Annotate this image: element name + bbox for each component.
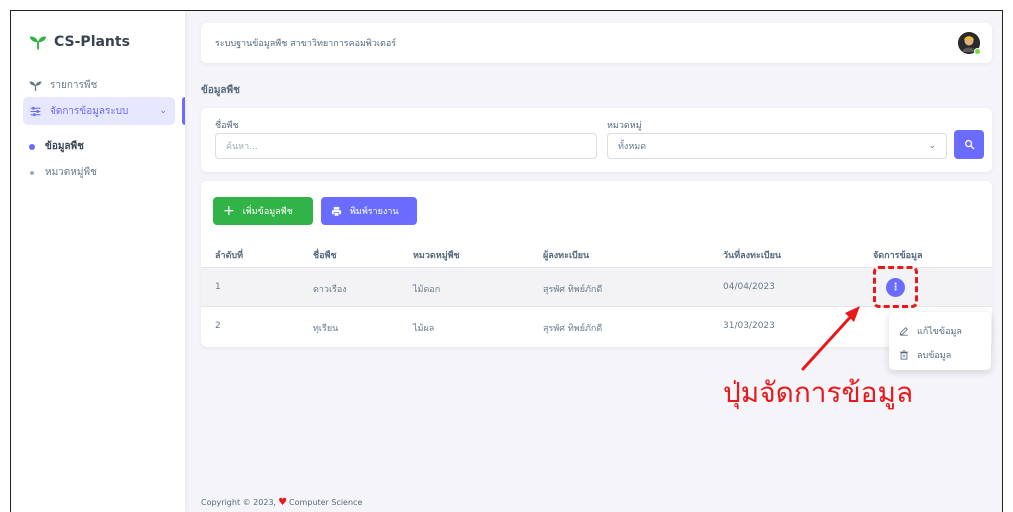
brand-name: CS-Plants	[54, 34, 130, 50]
column-header: จัดการข้อมูล	[873, 251, 923, 261]
heart-icon: ♥	[278, 497, 288, 508]
cell-no: 1	[215, 282, 221, 292]
plant-name-label: ชื่อพืช	[215, 121, 239, 131]
sidebar-item-system-management[interactable]: จัดการข้อมูลระบบ ⌄	[23, 97, 175, 125]
category-label: หมวดหมู่	[607, 121, 642, 131]
cell-date: 31/03/2023	[723, 321, 775, 331]
filter-card: ชื่อพืช ค้นหา... หมวดหมู่ ทั้งหมด ⌄	[201, 108, 992, 172]
footer: Copyright © 2023, ♥ Computer Science	[201, 497, 362, 508]
cell-name: ทุเรียน	[313, 324, 339, 334]
top-navbar: ระบบฐานข้อมูลพืช สาขาวิทยาการคอมพิวเตอร์	[201, 23, 992, 63]
app-window: CS-Plants รายการพืช จัดการข้อมูลระบบ ⌄ ข…	[10, 10, 1003, 512]
add-plant-label: เพิ่มข้อมูลพืช	[242, 207, 293, 217]
chevron-down-icon: ⌄	[928, 141, 936, 151]
sprout-icon	[29, 36, 47, 50]
footer-org: Computer Science	[289, 498, 363, 507]
column-header: วันที่ลงทะเบียน	[723, 251, 782, 261]
bullet-icon	[29, 143, 35, 150]
print-report-label: พิมพ์รายงาน	[350, 207, 399, 217]
plant-table-card: + เพิ่มข้อมูลพืช พิมพ์รายงาน ลำดับที่ ชื…	[201, 181, 992, 370]
cell-date: 04/04/2023	[723, 282, 775, 292]
page-title: ข้อมูลพืช	[201, 85, 240, 96]
search-button[interactable]	[954, 130, 984, 159]
sidebar-item-plant-list[interactable]: รายการพืช	[23, 71, 175, 99]
cell-category: ไม้ดอก	[413, 285, 441, 295]
category-select[interactable]: ทั้งหมด ⌄	[607, 133, 947, 159]
online-status-dot	[974, 48, 981, 55]
column-header: หมวดหมู่พืช	[413, 251, 460, 261]
footer-copyright: Copyright © 2023,	[201, 498, 277, 507]
bullet-icon	[30, 170, 34, 175]
sidebar-subitem-label: หมวดหมู่พืช	[45, 167, 97, 178]
column-header: ชื่อพืช	[313, 251, 337, 261]
pencil-icon	[899, 327, 908, 336]
sidebar-subitem-label: ข้อมูลพืช	[45, 141, 84, 152]
cell-registrant: สุรพัศ ทิพย์ภักดี	[543, 285, 603, 295]
plant-name-input[interactable]: ค้นหา...	[215, 133, 597, 159]
sidebar-item-label: รายการพืช	[50, 79, 98, 91]
active-indicator	[182, 97, 185, 125]
print-report-button[interactable]: พิมพ์รายงาน	[321, 197, 417, 225]
column-header: ผู้ลงทะเบียน	[543, 251, 590, 261]
printer-icon	[331, 206, 342, 216]
sliders-icon	[30, 106, 41, 116]
cell-registrant: สุรพัศ ทิพย์ภักดี	[543, 324, 603, 334]
edit-data-menu-item[interactable]: แก้ไขข้อมูล	[899, 324, 962, 338]
category-selected-value: ทั้งหมด	[618, 142, 647, 152]
trash-icon	[899, 350, 909, 360]
sprout-icon	[29, 81, 42, 91]
cell-category: ไม้ผล	[413, 324, 435, 334]
sidebar-subitem-plant-category[interactable]: หมวดหมู่พืช	[29, 165, 97, 180]
column-header: ลำดับที่	[215, 251, 244, 261]
search-placeholder: ค้นหา...	[226, 142, 258, 152]
table-row[interactable]: 2 ทุเรียน ไม้ผล สุรพัศ ทิพย์ภักดี 31/03/…	[201, 307, 992, 345]
add-plant-button[interactable]: + เพิ่มข้อมูลพืช	[213, 197, 313, 225]
sidebar-item-label: จัดการข้อมูลระบบ	[50, 105, 129, 117]
search-icon	[964, 139, 974, 150]
brand[interactable]: CS-Plants	[29, 33, 130, 51]
manage-dropdown-menu: แก้ไขข้อมูล ลบข้อมูล	[889, 312, 991, 370]
delete-data-label: ลบข้อมูล	[917, 351, 952, 361]
highlight-box	[873, 266, 918, 308]
edit-data-label: แก้ไขข้อมูล	[917, 327, 962, 337]
sidebar: CS-Plants รายการพืช จัดการข้อมูลระบบ ⌄ ข…	[11, 11, 185, 512]
system-title: ระบบฐานข้อมูลพืช สาขาวิทยาการคอมพิวเตอร์	[215, 39, 397, 49]
chevron-down-icon: ⌄	[159, 106, 167, 116]
cell-name: ดาวเรือง	[313, 285, 347, 295]
plus-icon: +	[223, 203, 235, 219]
cell-no: 2	[215, 321, 221, 331]
sidebar-subitem-plant-data[interactable]: ข้อมูลพืช	[29, 139, 84, 154]
annotation-label: ปุ่มจัดการข้อมูล	[723, 376, 914, 409]
delete-data-menu-item[interactable]: ลบข้อมูล	[899, 348, 951, 362]
